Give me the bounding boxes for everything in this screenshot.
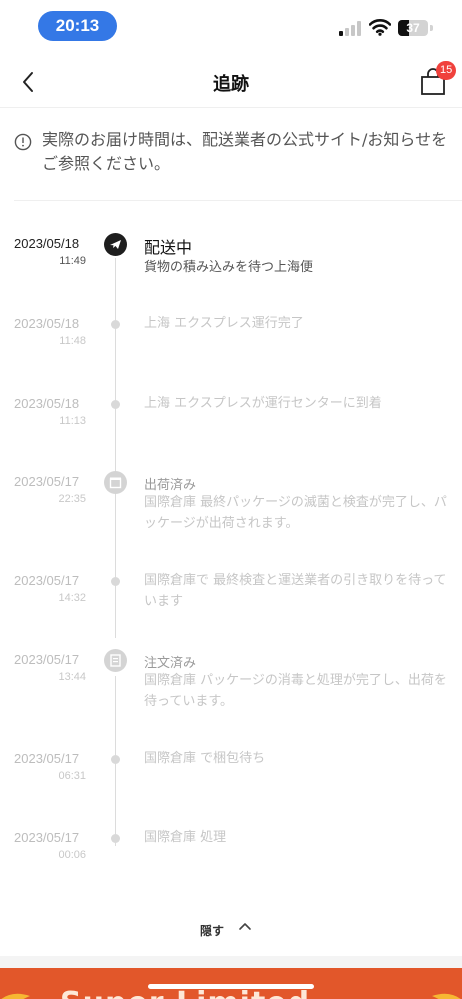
chevron-up-icon [239,923,251,930]
event-time: 06:31 [58,770,86,782]
event-date: 2023/05/18 [14,236,80,251]
event-date: 2023/05/17 [14,573,80,588]
hide-details-button[interactable]: 隠す [196,918,266,942]
event-date: 2023/05/17 [14,751,80,766]
decoration-icon [1,993,30,999]
section-gap [0,956,462,968]
event-date: 2023/05/17 [14,830,80,845]
event-time: 11:13 [59,415,86,427]
event-status: 注文済み [144,656,197,671]
timeline-dot [111,577,120,586]
event-date: 2023/05/17 [14,474,80,489]
event-time: 13:44 [58,671,86,683]
event-date: 2023/05/17 [14,652,80,667]
event-description: 貨物の積み込みを待つ上海便 [144,260,314,275]
event-date: 2023/05/18 [14,316,80,331]
event-status: 配送中 [144,238,193,257]
timeline-dot [111,400,120,409]
timeline-dot [111,320,120,329]
event-time: 11:49 [59,255,86,267]
decoration-icon [432,993,461,999]
hide-label: 隠す [200,924,225,938]
event-date: 2023/05/18 [14,396,80,411]
airplane-icon [104,233,127,256]
timeline-dot [111,834,120,843]
event-description: 国際倉庫 パッケージの消毒と処理が完了し、出荷を待っています。 [144,673,447,709]
event-description: 国際倉庫 処理 [144,830,227,845]
event-status: 出荷済み [144,478,197,493]
event-time: 11:48 [59,335,86,347]
event-description: 上海 エクスプレス運行完了 [144,316,304,331]
package-icon [104,471,127,494]
event-time: 00:06 [58,849,86,861]
home-indicator[interactable] [148,984,314,989]
event-description: 国際倉庫 最終パッケージの滅菌と検査が完了し、パッケージが出荷されます。 [144,495,447,531]
order-icon [104,649,127,672]
event-time: 22:35 [58,493,86,505]
event-description: 国際倉庫 で梱包待ち [144,751,266,766]
event-time: 14:32 [58,592,86,604]
event-description: 上海 エクスプレスが運行センターに到着 [144,396,382,411]
event-description: 国際倉庫で 最終検査と運送業者の引き取りを待っています [144,573,447,609]
tracking-timeline: 2023/05/18 11:49 配送中 貨物の積み込みを待つ上海便 2023/… [0,0,462,900]
timeline-dot [111,755,120,764]
